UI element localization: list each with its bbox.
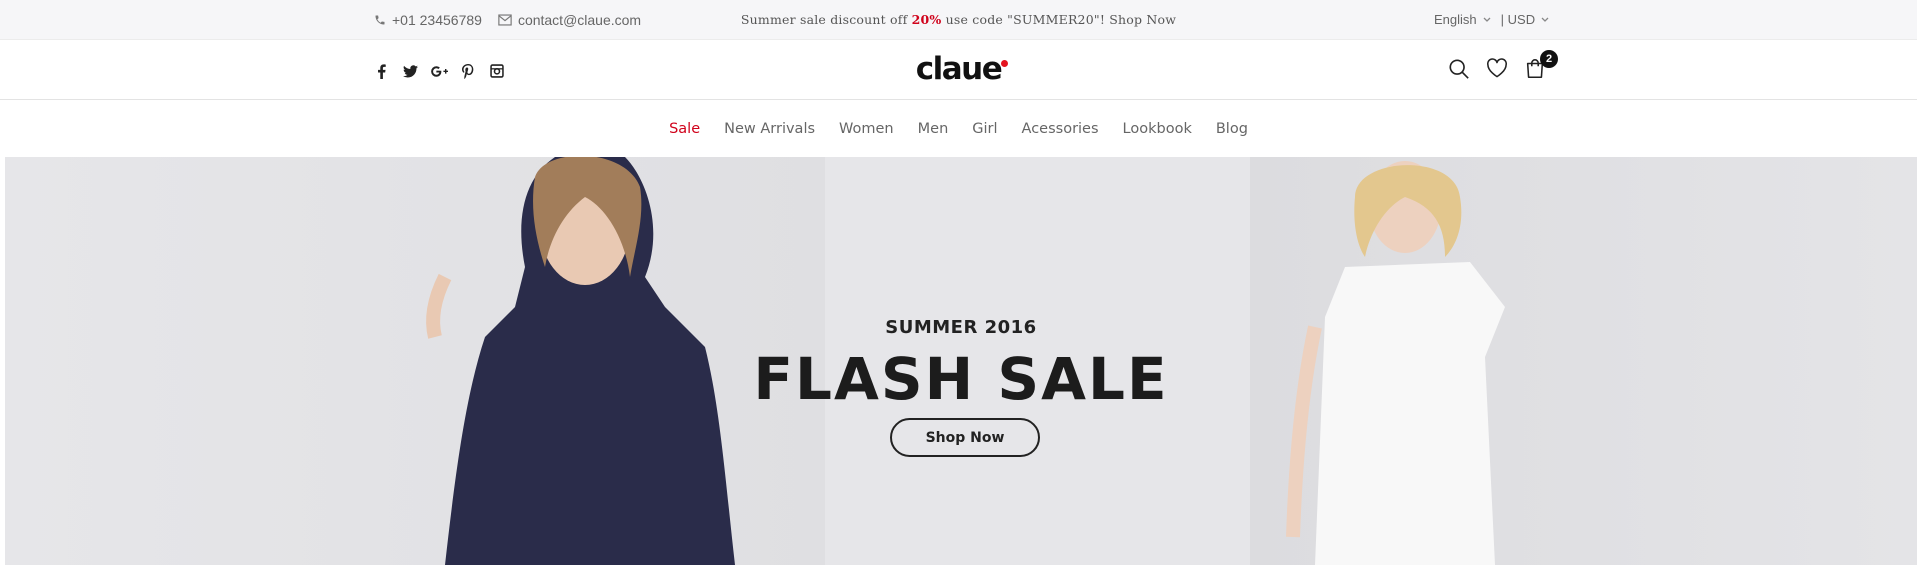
- chevron-down-icon: [1483, 17, 1491, 22]
- search-icon[interactable]: [1448, 58, 1472, 82]
- hero-banner: SUMMER 2016 FLASH SALE Shop Now: [5, 157, 1917, 565]
- hero-subtitle: SUMMER 2016: [885, 317, 1037, 338]
- logo-dot: [1001, 60, 1008, 67]
- nav-item-women[interactable]: Women: [839, 121, 894, 137]
- promo-text-end: use code "SUMMER20"! Shop Now: [941, 12, 1177, 27]
- currency-label: | USD: [1500, 12, 1536, 27]
- site-logo[interactable]: claue: [0, 51, 1917, 87]
- main-nav: Sale New Arrivals Women Men Girl Acessor…: [0, 101, 1917, 157]
- nav-item-blog[interactable]: Blog: [1216, 121, 1248, 137]
- logo-text: claue: [915, 51, 1003, 87]
- shop-now-button[interactable]: Shop Now: [890, 418, 1040, 457]
- language-select[interactable]: English: [1434, 12, 1501, 27]
- top-bar: +01 23456789 contact@claue.com Summer sa…: [0, 0, 1917, 40]
- cart-icon[interactable]: 2: [1524, 50, 1558, 82]
- nav-item-new-arrivals[interactable]: New Arrivals: [724, 121, 815, 137]
- chevron-down-icon: [1541, 17, 1549, 22]
- heart-icon[interactable]: [1486, 58, 1510, 82]
- currency-select[interactable]: | USD: [1501, 12, 1559, 27]
- locale-settings: English | USD: [1434, 12, 1559, 27]
- language-label: English: [1434, 12, 1477, 27]
- site-header: claue 2: [0, 40, 1917, 100]
- cart-count-badge: 2: [1540, 50, 1558, 68]
- nav-item-sale[interactable]: Sale: [669, 121, 700, 137]
- promo-text-start: Summer sale discount off: [740, 12, 912, 27]
- promo-banner[interactable]: Summer sale discount off 20% use code "S…: [0, 12, 1917, 27]
- header-actions: 2: [1448, 50, 1562, 82]
- promo-discount: 20%: [911, 12, 942, 27]
- hero-title: FLASH SALE: [753, 345, 1169, 413]
- nav-item-men[interactable]: Men: [918, 121, 949, 137]
- nav-item-lookbook[interactable]: Lookbook: [1123, 121, 1192, 137]
- nav-item-girl[interactable]: Girl: [972, 121, 997, 137]
- nav-item-acessories[interactable]: Acessories: [1022, 121, 1099, 137]
